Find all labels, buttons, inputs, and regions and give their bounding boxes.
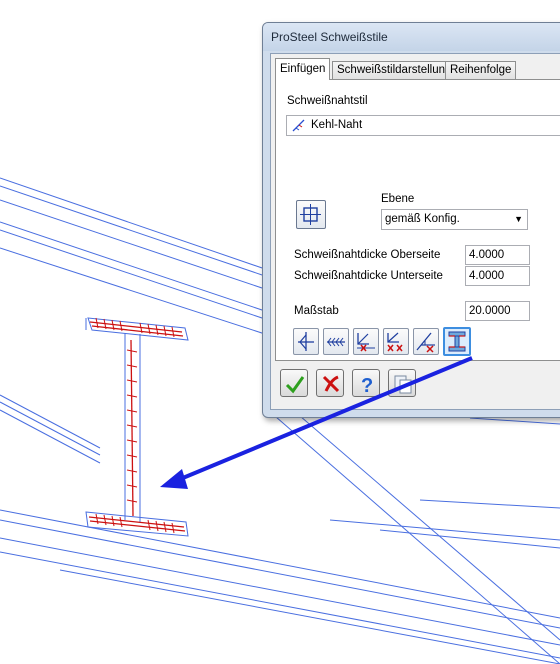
annotation-arrow [160,356,473,489]
tab-einfuegen[interactable]: Einfügen [275,58,331,80]
